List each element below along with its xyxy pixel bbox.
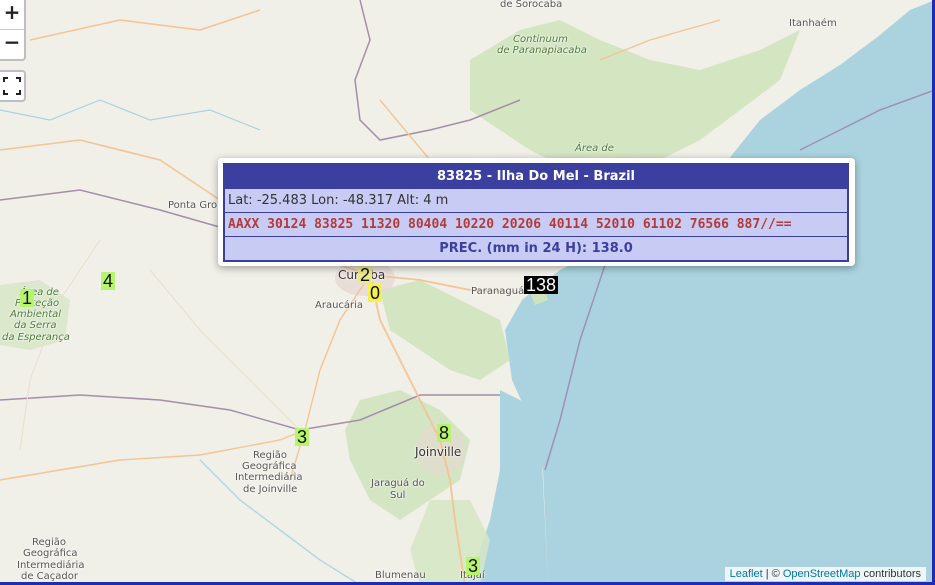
place-label: Itanhaém xyxy=(789,18,837,29)
popup-synop-message: AAXX 30124 83825 11320 80404 10220 20206… xyxy=(223,212,849,237)
attribution-separator: | © xyxy=(762,568,783,580)
zoom-out-button[interactable]: − xyxy=(0,29,24,59)
station-marker[interactable]: 3 xyxy=(295,428,310,446)
place-label: Ambiental xyxy=(10,309,62,320)
place-label: Paranaguá xyxy=(471,286,525,297)
place-label: Intermediária xyxy=(17,560,85,571)
place-label: de Caçador xyxy=(21,571,78,582)
station-marker[interactable]: 2 xyxy=(358,266,373,284)
place-label: de Paranapiacaba xyxy=(497,45,587,56)
place-label: Geográfica xyxy=(23,548,78,559)
station-marker[interactable]: 3 xyxy=(466,557,481,575)
place-label: Região xyxy=(253,450,288,461)
place-label: Área de xyxy=(575,143,614,154)
popup-coordinates: Lat: -25.483 Lon: -48.317 Alt: 4 m xyxy=(223,188,849,213)
place-label: Continuum xyxy=(513,34,568,45)
openstreetmap-link[interactable]: OpenStreetMap xyxy=(783,568,861,580)
place-label: Jaraguá do xyxy=(371,478,425,489)
zoom-in-button[interactable]: + xyxy=(0,0,24,29)
place-label: Sul xyxy=(390,490,406,501)
place-label: de Sorocaba xyxy=(500,0,563,10)
station-marker[interactable]: 138 xyxy=(524,276,559,294)
zoom-control: + − xyxy=(0,0,26,61)
place-label: Ponta Gro xyxy=(168,200,218,211)
station-marker[interactable]: 1 xyxy=(20,289,35,307)
station-marker[interactable]: 8 xyxy=(437,424,452,442)
map[interactable]: de Sorocaba Itanhaém Continuum de Parana… xyxy=(0,0,935,585)
station-marker[interactable]: 4 xyxy=(101,272,116,290)
station-info-table: 83825 - Ilha Do Mel - Brazil Lat: -25.48… xyxy=(223,163,849,262)
station-marker[interactable]: 0 xyxy=(368,284,383,302)
place-label: Araucária xyxy=(315,300,364,311)
station-popup: 83825 - Ilha Do Mel - Brazil Lat: -25.48… xyxy=(218,158,855,266)
place-label: Joinville xyxy=(415,445,462,459)
place-label: Região xyxy=(32,537,67,548)
place-label: da Serra xyxy=(14,320,57,331)
place-label: Intermediária xyxy=(235,472,303,483)
map-tiles xyxy=(0,0,935,585)
attribution-contributors: contributors xyxy=(860,568,921,580)
popup-precipitation: PREC. (mm in 24 H): 138.0 xyxy=(223,236,849,262)
map-attribution: Leaflet | © OpenStreetMap contributors xyxy=(724,567,926,581)
place-label: Blumenau xyxy=(375,570,426,581)
place-label: da Esperança xyxy=(2,332,70,343)
popup-title: 83825 - Ilha Do Mel - Brazil xyxy=(223,163,849,189)
fullscreen-icon xyxy=(3,77,21,95)
place-label: de Joinville xyxy=(243,484,298,495)
leaflet-link[interactable]: Leaflet xyxy=(730,568,763,580)
fullscreen-button[interactable] xyxy=(0,70,26,102)
place-label: Geográfica xyxy=(242,461,297,472)
